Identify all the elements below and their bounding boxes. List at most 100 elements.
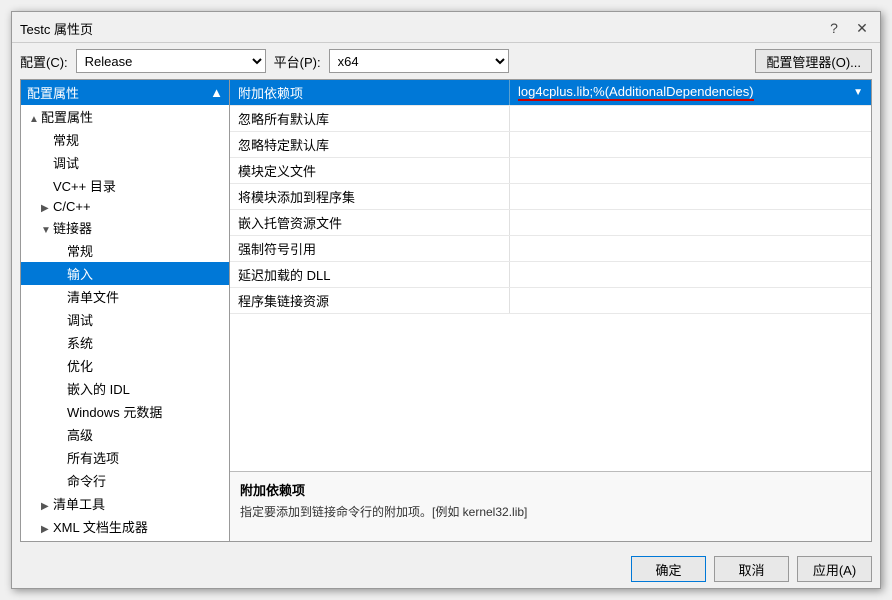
dialog-title: Testc 属性页 (20, 19, 93, 38)
prop-name-ignore-all-default: 忽略所有默认库 (230, 106, 510, 131)
prop-value-additional-deps: log4cplus.lib;%(AdditionalDependencies) (518, 84, 754, 101)
prop-value-cell-delay-dll[interactable] (510, 262, 871, 287)
tree-item-linker-input[interactable]: 输入 (21, 262, 229, 285)
tree-item-general[interactable]: 常规 (21, 128, 229, 151)
config-select[interactable]: Release (76, 49, 266, 73)
tree-label-linker-advanced: 高级 (67, 428, 93, 443)
tree-item-xml-doc[interactable]: ▶ XML 文档生成器 (21, 515, 229, 538)
tree-label-linker-debug: 调试 (67, 313, 93, 328)
prop-name-assembly-link: 程序集链接资源 (230, 288, 510, 313)
right-panel: 附加依赖项 log4cplus.lib;%(AdditionalDependen… (230, 79, 872, 542)
platform-select[interactable]: x64 (329, 49, 509, 73)
prop-row-delay-dll[interactable]: 延迟加载的 DLL (230, 262, 871, 288)
tree-expand-linker: ▼ (41, 225, 53, 236)
tree-item-linker-win-meta[interactable]: Windows 元数据 (21, 400, 229, 423)
prop-desc-text: 指定要添加到链接命令行的附加项。[例如 kernel32.lib] (240, 503, 861, 520)
tree-label-general: 常规 (53, 133, 79, 148)
title-bar: Testc 属性页 ? ✕ (12, 12, 880, 43)
close-button[interactable]: ✕ (852, 18, 872, 38)
tree-label-linker-manifest: 清单文件 (67, 290, 119, 305)
tree-expand-config-props: ▲ (29, 114, 41, 125)
prop-value-cell-additional-deps[interactable]: log4cplus.lib;%(AdditionalDependencies) … (510, 80, 871, 105)
tree-item-linker-system[interactable]: 系统 (21, 331, 229, 354)
tree-header-arrow: ▲ (210, 85, 223, 100)
prop-value-cell-ignore-all-default[interactable] (510, 106, 871, 131)
prop-row-add-module[interactable]: 将模块添加到程序集 (230, 184, 871, 210)
prop-value-cell-embed-managed[interactable] (510, 210, 871, 235)
tree-item-linker-cmdline[interactable]: 命令行 (21, 469, 229, 492)
prop-row-assembly-link[interactable]: 程序集链接资源 (230, 288, 871, 314)
ok-button[interactable]: 确定 (631, 556, 706, 582)
property-rows: 附加依赖项 log4cplus.lib;%(AdditionalDependen… (230, 80, 871, 314)
tree-label-linker-cmdline: 命令行 (67, 474, 106, 489)
tree-label-cpp: C/C++ (53, 199, 91, 214)
tree-item-linker[interactable]: ▼ 链接器 (21, 216, 229, 239)
property-description: 附加依赖项 指定要添加到链接命令行的附加项。[例如 kernel32.lib] (230, 471, 871, 541)
tree-item-linker-idl[interactable]: 嵌入的 IDL (21, 377, 229, 400)
prop-name-module-def: 模块定义文件 (230, 158, 510, 183)
tree-label-linker-system: 系统 (67, 336, 93, 351)
prop-value-cell-assembly-link[interactable] (510, 288, 871, 313)
tree-item-linker-all[interactable]: 所有选项 (21, 446, 229, 469)
prop-name-force-symbol: 强制符号引用 (230, 236, 510, 261)
help-button[interactable]: ? (824, 18, 844, 38)
dropdown-arrow-additional-deps[interactable]: ▼ (853, 87, 863, 98)
tree-label-manifest-tool: 清单工具 (53, 497, 105, 512)
tree-item-linker-advanced[interactable]: 高级 (21, 423, 229, 446)
tree-label-linker-opt: 优化 (67, 359, 93, 374)
tree-header-label: 配置属性 (27, 83, 79, 102)
tree-container: ▲ 配置属性常规调试VC++ 目录▶ C/C++▼ 链接器常规输入清单文件调试系… (21, 105, 229, 542)
tree-label-linker-general: 常规 (67, 244, 93, 259)
tree-item-vc-dirs[interactable]: VC++ 目录 (21, 174, 229, 197)
tree-label-linker-win-meta: Windows 元数据 (67, 405, 162, 420)
prop-row-ignore-all-default[interactable]: 忽略所有默认库 (230, 106, 871, 132)
tree-label-vc-dirs: VC++ 目录 (53, 179, 116, 194)
prop-name-ignore-specific: 忽略特定默认库 (230, 132, 510, 157)
tree-item-linker-general[interactable]: 常规 (21, 239, 229, 262)
prop-row-additional-deps[interactable]: 附加依赖项 log4cplus.lib;%(AdditionalDependen… (230, 80, 871, 106)
bottom-bar: 确定 取消 应用(A) (12, 550, 880, 588)
tree-item-linker-manifest[interactable]: 清单文件 (21, 285, 229, 308)
left-panel: 配置属性 ▲ ▲ 配置属性常规调试VC++ 目录▶ C/C++▼ 链接器常规输入… (20, 79, 230, 542)
tree-item-debug[interactable]: 调试 (21, 151, 229, 174)
prop-row-ignore-specific[interactable]: 忽略特定默认库 (230, 132, 871, 158)
tree-label-linker-input: 输入 (67, 267, 93, 282)
tree-label-debug: 调试 (53, 156, 79, 171)
prop-desc-title: 附加依赖项 (240, 480, 861, 499)
main-content: 配置属性 ▲ ▲ 配置属性常规调试VC++ 目录▶ C/C++▼ 链接器常规输入… (12, 79, 880, 550)
tree-item-cpp[interactable]: ▶ C/C++ (21, 197, 229, 216)
tree-item-linker-opt[interactable]: 优化 (21, 354, 229, 377)
prop-name-additional-deps: 附加依赖项 (230, 80, 510, 105)
prop-name-delay-dll: 延迟加载的 DLL (230, 262, 510, 287)
tree-label-linker: 链接器 (53, 221, 92, 236)
platform-label: 平台(P): (274, 52, 321, 71)
prop-row-embed-managed[interactable]: 嵌入托管资源文件 (230, 210, 871, 236)
tree-item-linker-debug[interactable]: 调试 (21, 308, 229, 331)
tree-item-browse-info[interactable]: ▶ 浏览信息 (21, 538, 229, 542)
prop-value-cell-module-def[interactable] (510, 158, 871, 183)
tree-label-linker-all: 所有选项 (67, 451, 119, 466)
tree-expand-cpp: ▶ (41, 203, 53, 214)
prop-value-cell-add-module[interactable] (510, 184, 871, 209)
tree-label-xml-doc: XML 文档生成器 (53, 520, 148, 535)
prop-row-module-def[interactable]: 模块定义文件 (230, 158, 871, 184)
manage-config-button[interactable]: 配置管理器(O)... (755, 49, 872, 73)
prop-name-add-module: 将模块添加到程序集 (230, 184, 510, 209)
prop-value-cell-ignore-specific[interactable] (510, 132, 871, 157)
tree-expand-xml-doc: ▶ (41, 524, 53, 535)
tree-item-config-props[interactable]: ▲ 配置属性 (21, 105, 229, 128)
toolbar: 配置(C): Release 平台(P): x64 配置管理器(O)... (12, 43, 880, 79)
tree-label-config-props: 配置属性 (41, 110, 93, 125)
apply-button[interactable]: 应用(A) (797, 556, 872, 582)
prop-name-embed-managed: 嵌入托管资源文件 (230, 210, 510, 235)
prop-value-cell-force-symbol[interactable] (510, 236, 871, 261)
title-bar-buttons: ? ✕ (824, 18, 872, 38)
tree-header: 配置属性 ▲ (21, 80, 229, 105)
tree-expand-manifest-tool: ▶ (41, 501, 53, 512)
prop-row-force-symbol[interactable]: 强制符号引用 (230, 236, 871, 262)
cancel-button[interactable]: 取消 (714, 556, 789, 582)
config-label: 配置(C): (20, 52, 68, 71)
properties-dialog: Testc 属性页 ? ✕ 配置(C): Release 平台(P): x64 … (11, 11, 881, 589)
tree-item-manifest-tool[interactable]: ▶ 清单工具 (21, 492, 229, 515)
tree-label-linker-idl: 嵌入的 IDL (67, 382, 130, 397)
